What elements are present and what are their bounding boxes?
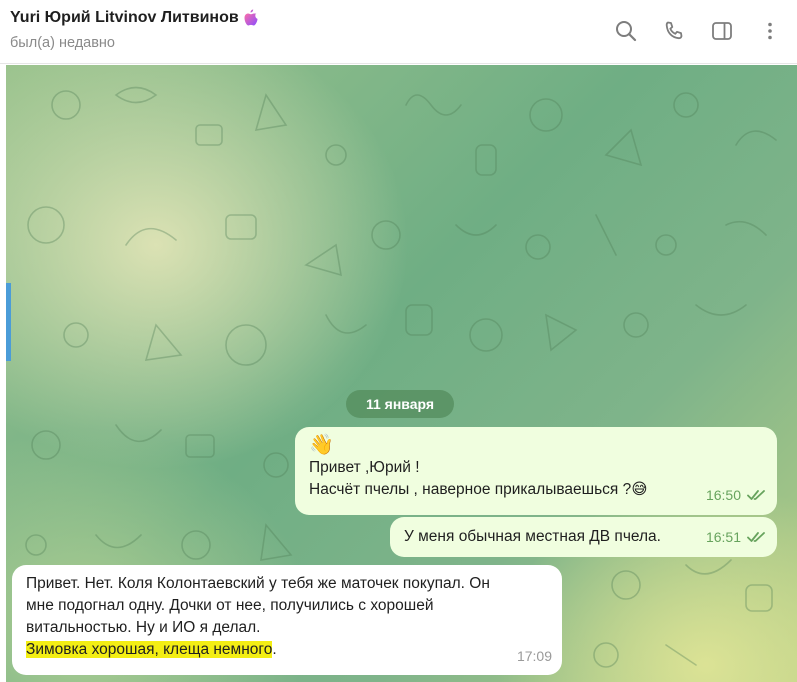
- sidebar-toggle-icon: [712, 22, 732, 40]
- message-time: 17:09: [516, 648, 552, 664]
- chat-header: Yuri Юрий Litvinov Литвинов был(а) недав…: [0, 0, 797, 64]
- last-seen-status: был(а) недавно: [10, 35, 115, 51]
- chat-title[interactable]: Yuri Юрий Litvinov Литвинов: [10, 9, 239, 27]
- message-time: 16:51: [705, 529, 741, 545]
- chat-messages-area[interactable]: 11 января 👋 Привет ,Юрий ! Насчёт пчелы …: [6, 65, 797, 682]
- message-line: Привет ,Юрий !: [309, 459, 420, 476]
- message-text: .: [272, 641, 277, 658]
- title-row[interactable]: Yuri Юрий Litvinov Литвинов: [10, 9, 259, 27]
- sweat-smile-emoji: 😅: [631, 481, 648, 498]
- message-text: Насчёт пчелы , наверное прикалываешься ?: [309, 481, 632, 498]
- highlighted-text: Зимовка хорошая, клеща немного: [26, 641, 273, 658]
- double-check-icon: [747, 490, 765, 500]
- phone-icon: [665, 21, 683, 40]
- outgoing-message[interactable]: 👋 Привет ,Юрий ! Насчёт пчелы , наверное…: [295, 427, 777, 515]
- message-line: Зимовка хорошая, клеща немного.: [26, 639, 548, 661]
- message-meta: 16:50: [706, 484, 767, 506]
- more-vert-icon: [768, 22, 772, 40]
- message-line: мне подогнал одну. Дочки от нее, получил…: [26, 597, 434, 614]
- message-line: Привет. Нет. Коля Колонтаевский у тебя ж…: [26, 575, 490, 592]
- sidebar-toggle-button[interactable]: [709, 18, 735, 44]
- message-meta: 16:51: [706, 526, 767, 548]
- message-meta: 17:09: [517, 645, 552, 667]
- message-line: Насчёт пчелы , наверное прикалываешься ?…: [309, 479, 763, 501]
- left-edge-accent: [6, 283, 11, 361]
- apple-icon: [243, 9, 259, 27]
- header-actions: [613, 18, 783, 44]
- search-icon: [616, 21, 637, 42]
- more-options-button[interactable]: [757, 18, 783, 44]
- date-separator: 11 января: [346, 390, 454, 418]
- double-check-icon: [747, 532, 765, 542]
- message-line: 👋: [309, 434, 334, 456]
- incoming-message[interactable]: Привет. Нет. Коля Колонтаевский у тебя ж…: [12, 565, 562, 675]
- call-button[interactable]: [661, 18, 687, 44]
- message-line: витальностью. Ну и ИО я делал.: [26, 619, 261, 636]
- message-time: 16:50: [705, 487, 741, 503]
- outgoing-message[interactable]: У меня обычная местная ДВ пчела. 16:51: [390, 517, 777, 557]
- search-button[interactable]: [613, 18, 639, 44]
